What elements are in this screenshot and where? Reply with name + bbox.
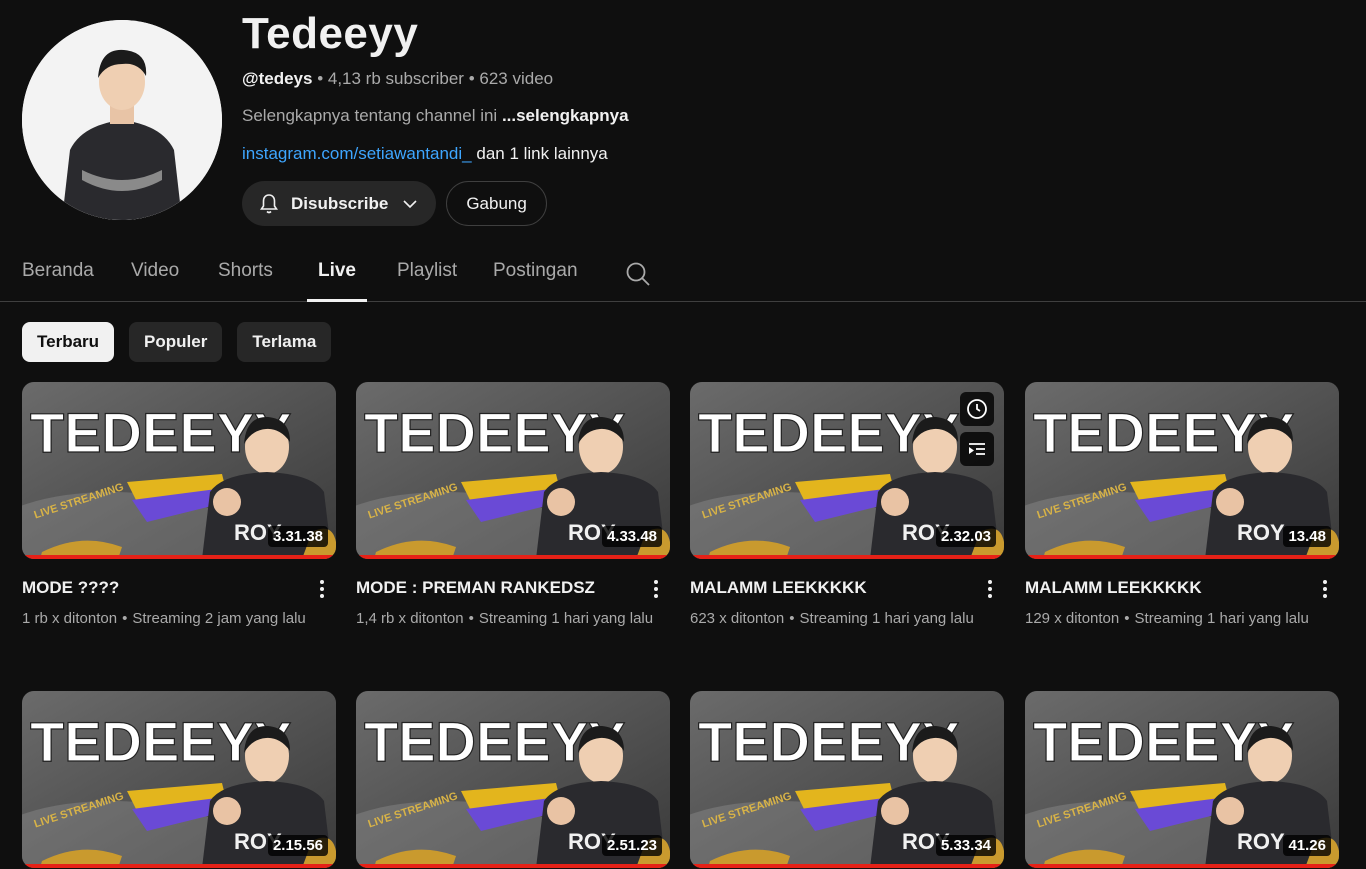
- watch-later-button[interactable]: [960, 392, 994, 426]
- video-thumbnail[interactable]: TEDEEYY ROY LIVE STREAMING 2.51.23: [356, 691, 670, 868]
- chip-terbaru[interactable]: Terbaru: [22, 322, 115, 362]
- watch-progress-bar: [356, 555, 670, 559]
- separator: •: [468, 610, 474, 627]
- separator: •: [122, 610, 128, 627]
- more-vert-icon[interactable]: [646, 577, 666, 601]
- bell-icon: [260, 193, 278, 213]
- separator: •: [468, 69, 475, 88]
- video-meta: 623 x ditonton • Streaming 1 hari yang lal…: [690, 607, 990, 630]
- duration-badge: 2.32.03: [935, 526, 996, 547]
- chip-populer[interactable]: Populer: [129, 322, 223, 362]
- video-thumbnail[interactable]: TEDEEYY ROY LIVE STREAMING 4.33.48: [356, 382, 670, 559]
- view-count: 623 x ditonton: [690, 610, 785, 627]
- sort-chips: Terbaru Populer Terlama: [22, 322, 332, 362]
- video-card[interactable]: TEDEEYY ROY LIVE STREAMING 5.33.34: [690, 691, 1004, 868]
- add-to-queue-button[interactable]: [960, 432, 994, 466]
- join-button[interactable]: Gabung: [446, 181, 547, 226]
- description-text: Selengkapnya tentang channel ini: [242, 106, 498, 125]
- separator: •: [789, 610, 795, 627]
- video-meta: 129 x ditonton • Streaming 1 hari yang lal…: [1025, 607, 1325, 630]
- more-vert-icon[interactable]: [312, 577, 332, 601]
- channel-handle: @tedeys: [242, 69, 313, 88]
- video-meta: 1,4 rb x ditonton • Streaming 1 hari yang …: [356, 607, 656, 630]
- view-count: 1 rb x ditonton: [22, 610, 118, 627]
- subscriber-count: 4,13 rb subscriber: [327, 69, 464, 88]
- channel-name: Tedeeyy: [242, 9, 419, 58]
- duration-badge: 41.26: [1283, 835, 1331, 856]
- view-count: 129 x ditonton: [1025, 610, 1120, 627]
- tab-beranda[interactable]: Beranda: [22, 260, 94, 302]
- video-thumbnail[interactable]: TEDEEYY ROY LIVE STREAMING 3.31.38: [22, 382, 336, 559]
- svg-text:ROY: ROY: [1237, 829, 1285, 854]
- video-title[interactable]: MODE ????: [22, 577, 302, 599]
- view-count: 1,4 rb x ditonton: [356, 610, 464, 627]
- tab-shorts[interactable]: Shorts: [218, 260, 273, 302]
- video-card[interactable]: TEDEEYY ROY LIVE STREAMING 2.32.03 MALAMM…: [690, 382, 1004, 630]
- video-thumbnail[interactable]: TEDEEYY ROY LIVE STREAMING 13.48: [1025, 382, 1339, 559]
- channel-tabs: Beranda Video Shorts Live Playlist Posti…: [0, 240, 1366, 302]
- instagram-link[interactable]: instagram.com/setiawantandi_: [242, 144, 472, 163]
- stream-time: Streaming 1 hari yang lalu: [478, 610, 654, 627]
- tab-postingan[interactable]: Postingan: [493, 260, 578, 302]
- channel-avatar[interactable]: [22, 20, 222, 220]
- video-thumbnail[interactable]: TEDEEYY ROY LIVE STREAMING 2.32.03: [690, 382, 1004, 559]
- watch-progress-bar: [22, 864, 336, 868]
- more-vert-icon[interactable]: [1315, 577, 1335, 601]
- stream-time: Streaming 1 hari yang lalu: [799, 610, 974, 627]
- tab-playlist[interactable]: Playlist: [397, 260, 457, 302]
- channel-actions: Disubscribe Gabung: [242, 181, 1142, 226]
- video-meta: 1 rb x ditonton • Streaming 2 jam yang lal…: [22, 607, 322, 630]
- stream-time: Streaming 1 hari yang lalu: [1134, 610, 1309, 627]
- duration-badge: 3.31.38: [267, 526, 328, 547]
- svg-text:ROY: ROY: [1237, 520, 1285, 545]
- watch-progress-bar: [1025, 864, 1339, 868]
- watch-progress-bar: [1025, 555, 1339, 559]
- video-card[interactable]: TEDEEYY ROY LIVE STREAMING 2.15.56: [22, 691, 336, 868]
- add-to-queue-icon: [969, 443, 985, 455]
- stream-time: Streaming 2 jam yang lalu: [132, 610, 306, 627]
- video-title[interactable]: MODE : PREMAN RANKEDSZ: [356, 577, 636, 599]
- video-title[interactable]: MALAMM LEEKKKKK: [690, 577, 970, 599]
- channel-links: instagram.com/setiawantandi_ dan 1 link …: [242, 143, 1142, 165]
- separator: •: [1124, 610, 1130, 627]
- separator: •: [317, 69, 324, 88]
- watch-progress-bar: [356, 864, 670, 868]
- watch-progress-bar: [690, 864, 1004, 868]
- chevron-down-icon: [403, 199, 417, 208]
- more-links[interactable]: dan 1 link lainnya: [476, 144, 607, 163]
- video-card[interactable]: TEDEEYY ROY LIVE STREAMING 2.51.23: [356, 691, 670, 868]
- video-thumbnail[interactable]: TEDEEYY ROY LIVE STREAMING 41.26: [1025, 691, 1339, 868]
- channel-description[interactable]: Selengkapnya tentang channel ini ...sele…: [242, 105, 1142, 127]
- video-count: 623 video: [479, 69, 554, 88]
- more-vert-icon[interactable]: [980, 577, 1000, 601]
- video-card[interactable]: TEDEEYY ROY LIVE STREAMING 41.26: [1025, 691, 1339, 868]
- avatar-image: [22, 20, 222, 220]
- watch-progress-bar: [690, 555, 1004, 559]
- channel-meta: @tedeys • 4,13 rb subscriber • 623 video: [242, 68, 1142, 90]
- duration-badge: 2.15.56: [267, 835, 328, 856]
- channel-info: Tedeeyy @tedeys • 4,13 rb subscriber • 6…: [242, 10, 1142, 226]
- video-thumbnail[interactable]: TEDEEYY ROY LIVE STREAMING 5.33.34: [690, 691, 1004, 868]
- duration-badge: 2.51.23: [601, 835, 662, 856]
- video-thumbnail[interactable]: TEDEEYY ROY LIVE STREAMING 2.15.56: [22, 691, 336, 868]
- join-label: Gabung: [466, 193, 527, 213]
- duration-badge: 13.48: [1283, 526, 1331, 547]
- description-more-link[interactable]: ...selengkapnya: [502, 106, 629, 125]
- duration-badge: 5.33.34: [935, 835, 996, 856]
- tab-live[interactable]: Live: [307, 260, 367, 302]
- watch-progress-bar: [22, 555, 336, 559]
- clock-icon: [967, 399, 987, 419]
- video-card[interactable]: TEDEEYY ROY LIVE STREAMING 4.33.48 MODE :…: [356, 382, 670, 630]
- tab-video[interactable]: Video: [131, 260, 179, 302]
- video-card[interactable]: TEDEEYY ROY LIVE STREAMING 3.31.38 MODE ?…: [22, 382, 336, 630]
- chip-terlama[interactable]: Terlama: [237, 322, 332, 362]
- search-icon[interactable]: [624, 260, 652, 288]
- video-card[interactable]: TEDEEYY ROY LIVE STREAMING 13.48 MALAMM L…: [1025, 382, 1339, 630]
- duration-badge: 4.33.48: [601, 526, 662, 547]
- subscribed-button[interactable]: Disubscribe: [242, 181, 437, 226]
- subscribed-label: Disubscribe: [291, 193, 389, 213]
- video-title[interactable]: MALAMM LEEKKKKK: [1025, 577, 1305, 599]
